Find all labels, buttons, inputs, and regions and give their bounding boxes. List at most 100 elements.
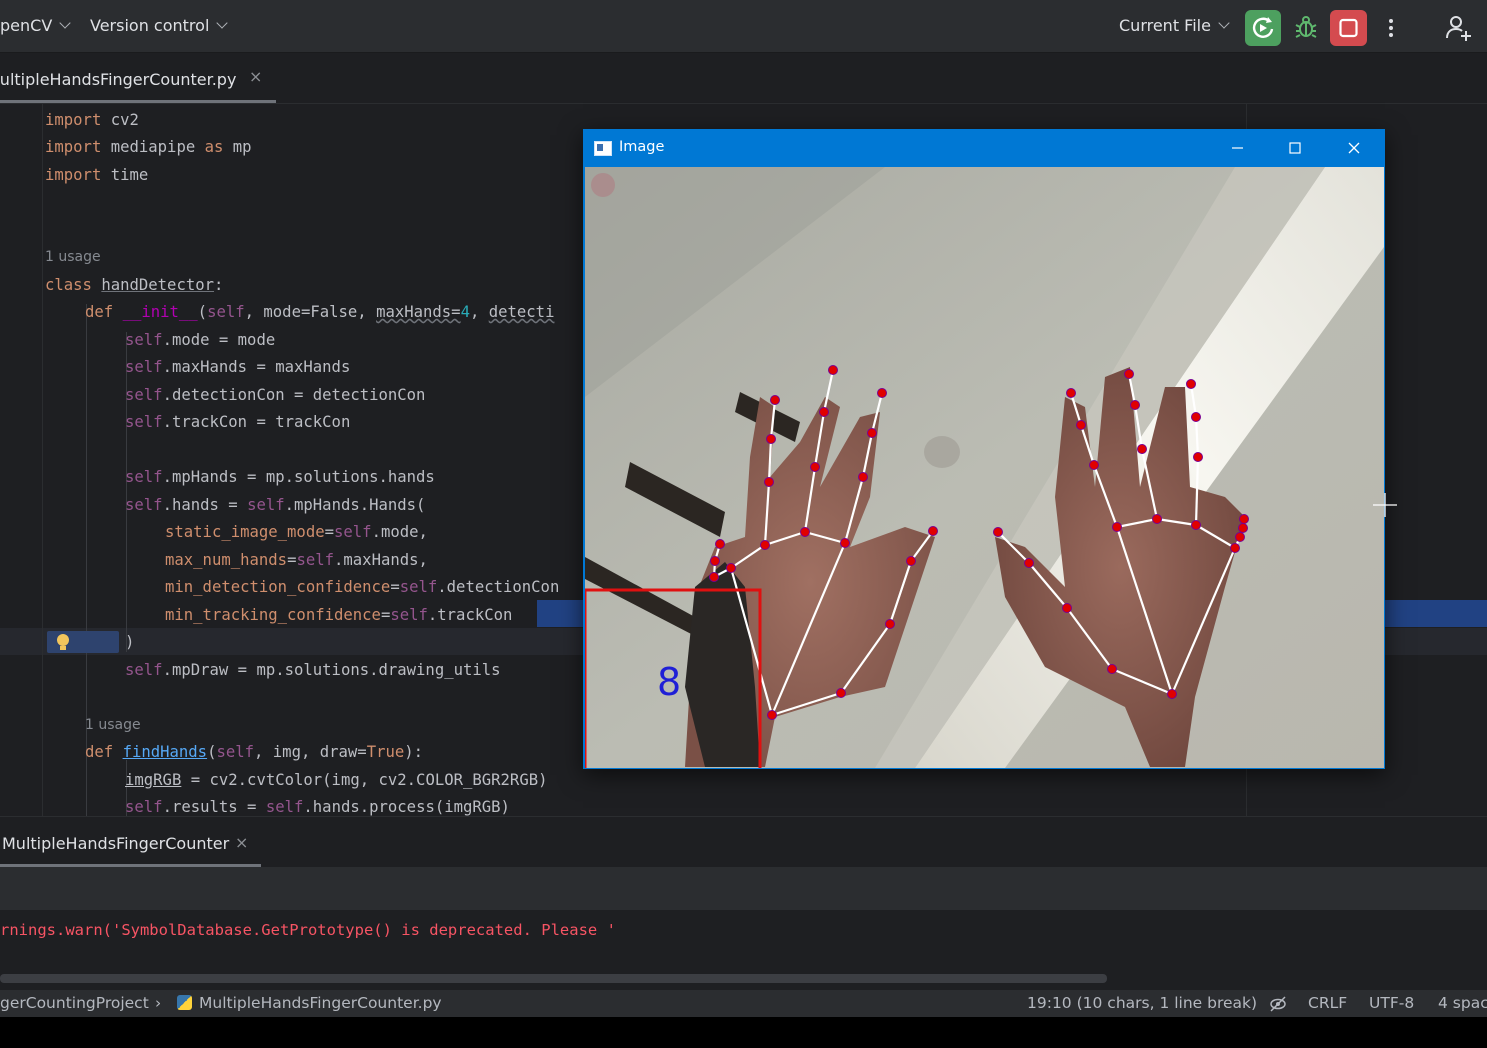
close-icon[interactable]: × <box>235 833 248 852</box>
run-tool-window: MultipleHandsFingerCounter × rnings.warn… <box>0 816 1487 991</box>
indent-guide <box>126 332 127 652</box>
more-icon <box>1389 19 1393 37</box>
run-configuration-selector[interactable]: Current File <box>1119 16 1230 35</box>
right-hand-landmark <box>1186 379 1196 389</box>
right-hand-landmark <box>1024 558 1034 568</box>
code-text: mediapipe <box>101 138 205 156</box>
finger-count-text: 8 <box>657 660 681 704</box>
caret-position[interactable]: 19:10 (10 chars, 1 line break) <box>1027 994 1257 1012</box>
code-line-init: def __init__(self, mode=False, maxHands=… <box>85 302 554 322</box>
breadcrumb-file[interactable]: MultipleHandsFingerCounter.py <box>177 994 442 1012</box>
code-line: self.results = self.hands.process(imgRGB… <box>125 797 510 817</box>
code-text: .mpDraw = mp.solutions.drawing_utils <box>162 661 501 679</box>
intention-action-bulb[interactable] <box>47 631 119 653</box>
parameter-name: min_tracking_confidence <box>165 606 381 624</box>
chevron-down-icon <box>59 17 71 29</box>
main-toolbar: penCV Version control Current File <box>0 0 1487 53</box>
self-keyword: self <box>207 303 245 321</box>
horizontal-scrollbar[interactable] <box>0 974 1107 983</box>
left-hand-landmark <box>867 428 877 438</box>
left-hand-landmark <box>800 527 810 537</box>
maximize-button[interactable] <box>1266 129 1324 167</box>
code-line-caret: ) <box>125 632 134 652</box>
run-configuration-label: Current File <box>1119 16 1211 35</box>
code-text: .maxHands = maxHands <box>162 358 351 376</box>
usage-hint[interactable]: 1 usage <box>85 717 141 733</box>
run-icon <box>1252 17 1274 38</box>
code-text: .mpHands.Hands( <box>284 496 426 514</box>
left-hand-landmark <box>877 388 887 398</box>
code-text: ( <box>197 303 208 321</box>
self-keyword: self <box>125 798 163 816</box>
code-text: = <box>380 606 391 624</box>
project-menu[interactable]: penCV <box>0 16 71 35</box>
file-encoding[interactable]: UTF-8 <box>1369 994 1414 1012</box>
code-text: , mode=False, <box>244 303 377 321</box>
no-inspections-icon[interactable] <box>1269 996 1287 1016</box>
right-hand-landmark <box>1112 522 1122 532</box>
right-hand-landmark <box>1137 444 1147 454</box>
debug-button[interactable] <box>1290 10 1322 46</box>
more-actions-button[interactable] <box>1377 10 1405 46</box>
code-with-me-button[interactable] <box>1440 10 1476 46</box>
keyword: class <box>45 276 92 294</box>
left-hand-landmark <box>764 477 774 487</box>
code-text: .trackCon <box>427 606 513 624</box>
right-hand-landmark <box>1107 664 1117 674</box>
close-window-icon <box>1348 142 1360 154</box>
keyword: def <box>85 303 114 321</box>
code-line: imgRGB = cv2.cvtColor(img, cv2.COLOR_BGR… <box>125 770 548 790</box>
vcs-menu[interactable]: Version control <box>90 16 229 35</box>
left-hand-landmark <box>715 539 725 549</box>
usage-hint[interactable]: 1 usage <box>45 249 101 265</box>
breadcrumb-project[interactable]: gerCountingProject <box>0 994 149 1012</box>
close-icon[interactable]: × <box>249 67 262 86</box>
left-hand-landmark <box>885 619 895 629</box>
variable-name: imgRGB <box>125 771 182 789</box>
self-keyword: self <box>216 743 255 761</box>
rerun-button[interactable] <box>1245 10 1281 46</box>
breadcrumb-file-label: MultipleHandsFingerCounter.py <box>199 994 442 1012</box>
keyword: import <box>45 138 102 156</box>
parameter-name: static_image_mode <box>165 523 325 541</box>
code-line: self.mpDraw = mp.solutions.drawing_utils <box>125 660 501 680</box>
stop-button[interactable] <box>1330 10 1367 46</box>
self-keyword: self <box>265 798 304 816</box>
code-text: = <box>324 523 334 541</box>
close-window-button[interactable] <box>1325 129 1383 167</box>
self-keyword: self <box>125 386 163 404</box>
right-hand-landmark <box>1239 514 1249 524</box>
left-hand-landmark <box>906 556 916 566</box>
left-hand-landmark <box>836 688 846 698</box>
stop-icon <box>1339 18 1358 38</box>
camera-frame: 8 <box>585 167 1384 768</box>
right-hand-landmark <box>1152 514 1162 524</box>
run-tab[interactable]: MultipleHandsFingerCounter <box>2 834 229 853</box>
code-line-1: import cv2 <box>45 110 139 130</box>
active-tab-indicator <box>0 100 276 103</box>
right-hand-landmark <box>1076 420 1086 430</box>
parameter-name: min_detection_confidence <box>165 578 391 596</box>
code-text: mp <box>223 138 252 156</box>
window-app-icon <box>594 141 612 156</box>
code-text: detecti <box>488 303 555 321</box>
self-keyword: self <box>125 331 163 349</box>
left-hand-landmark <box>709 572 719 582</box>
self-keyword: self <box>334 523 372 541</box>
line-separator[interactable]: CRLF <box>1308 994 1347 1012</box>
editor-tab-file[interactable]: MultipleHandsFingerCounter.py <box>0 70 236 89</box>
gutter-border <box>42 104 43 816</box>
minimize-button[interactable] <box>1208 129 1266 167</box>
right-hand-landmark <box>1191 412 1201 422</box>
indent-settings[interactable]: 4 spac <box>1438 994 1487 1012</box>
self-keyword: self <box>390 606 428 624</box>
class-name: handDetector <box>101 276 215 294</box>
chevron-down-icon <box>216 17 229 29</box>
code-line: self.trackCon = trackCon <box>125 412 350 432</box>
keyword: as <box>204 138 224 156</box>
left-hand-landmark <box>858 472 868 482</box>
number-literal: 4 <box>460 303 470 321</box>
code-text: .mode = mode <box>162 331 276 349</box>
opencv-image-window[interactable]: Image 8 <box>583 129 1385 769</box>
window-title: Image <box>619 139 665 155</box>
